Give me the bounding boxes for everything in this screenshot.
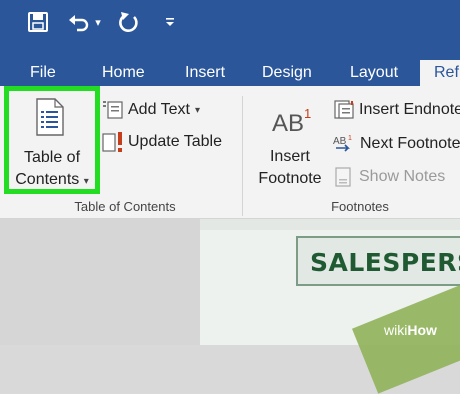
show-notes-button[interactable]: Show Notes <box>333 166 445 188</box>
chevron-down-icon: ▾ <box>95 16 101 29</box>
undo-dropdown[interactable]: ▾ <box>92 10 104 34</box>
insert-footnote-label-line2: Footnote <box>258 170 322 187</box>
customize-qat-icon <box>166 18 174 26</box>
svg-text:1: 1 <box>348 135 352 142</box>
save-button[interactable] <box>26 10 50 34</box>
undo-button[interactable] <box>66 10 92 34</box>
group-label-footnotes: Footnotes <box>331 199 389 214</box>
insert-footnote-button[interactable]: AB1 Insert Footnote <box>252 100 328 192</box>
group-label-table-of-contents: Table of Contents <box>74 199 176 214</box>
update-table-icon <box>102 132 122 152</box>
undo-icon <box>69 15 89 32</box>
insert-footnote-label-line1: Insert <box>269 148 310 165</box>
add-text-label: Add Text <box>128 101 190 118</box>
tab-references[interactable]: Ref <box>420 60 460 86</box>
show-notes-label: Show Notes <box>359 168 446 185</box>
add-text-button[interactable]: Add Text ▾ <box>102 99 200 121</box>
document-heading-text: SALESPERSON <box>310 248 460 277</box>
next-footnote-label: Next Footnote <box>360 135 460 152</box>
redo-button[interactable] <box>116 9 142 35</box>
tab-layout[interactable]: Layout <box>340 60 408 86</box>
wikihow-watermark: wikiHow <box>384 322 437 338</box>
redo-icon <box>119 12 138 32</box>
next-footnote-icon: AB 1 <box>333 135 352 152</box>
tab-design[interactable]: Design <box>252 60 322 86</box>
group-separator <box>242 96 243 216</box>
tab-home[interactable]: Home <box>92 60 155 86</box>
svg-text:AB: AB <box>333 136 347 147</box>
save-icon <box>28 12 48 32</box>
watermark-prefix: wiki <box>384 322 408 338</box>
insert-footnote-icon: AB1 <box>272 106 312 137</box>
highlight-frame <box>4 86 100 194</box>
next-footnote-button[interactable]: AB 1 Next Footnote ▾ <box>333 133 460 155</box>
show-notes-icon <box>335 167 351 187</box>
add-text-icon <box>103 101 123 119</box>
update-table-label: Update Table <box>128 133 222 150</box>
document-heading-banner[interactable]: SALESPERSON <box>296 236 460 286</box>
tab-file[interactable]: File <box>20 60 66 86</box>
update-table-button[interactable]: Update Table <box>102 131 222 153</box>
chevron-down-icon: ▾ <box>194 104 200 116</box>
insert-endnote-label: Insert Endnote <box>359 101 460 118</box>
tab-insert[interactable]: Insert <box>175 60 235 86</box>
insert-endnote-icon <box>334 100 354 119</box>
watermark-suffix: How <box>407 322 437 338</box>
insert-endnote-button[interactable]: Insert Endnote <box>333 99 460 121</box>
customize-qat-button[interactable] <box>160 10 180 34</box>
